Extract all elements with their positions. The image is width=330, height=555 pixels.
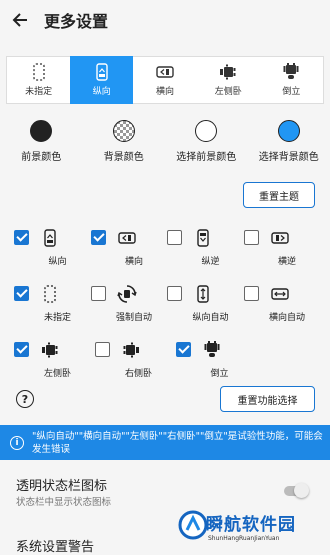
reset-function-button[interactable]: 重置功能选择 (220, 386, 315, 412)
phone-portrait-icon (96, 63, 108, 81)
orientation-tab-label: 未指定 (25, 84, 52, 97)
phone-dashed-icon (44, 285, 56, 303)
option-label: 左侧卧 (12, 366, 93, 379)
option-label: 倒立 (174, 366, 255, 379)
checkbox[interactable] (167, 230, 182, 245)
color-label: 选择背景颜色 (259, 148, 319, 163)
orientation-segmented-control: 未指定 纵向 横向 左侧卧 倒立 (6, 56, 324, 104)
watermark-logo-icon (178, 510, 208, 540)
option-upside-down[interactable]: 倒立 (174, 338, 255, 380)
option-reverse-portrait[interactable]: 纵逆 (165, 226, 242, 268)
color-selector-row: 前景颜色 背景颜色 选择前景颜色 选择背景颜色 (0, 120, 330, 163)
watermark: 瞬航软件园 ShunHangRuanJianYuan (178, 508, 328, 548)
option-label: 横向自动 (242, 310, 323, 323)
orientation-tab-label: 左侧卧 (215, 84, 242, 97)
option-row: 未指定 强制自动 纵向自动 横向自动 (12, 282, 318, 324)
rotate-arrows-icon (117, 284, 137, 304)
portrait-auto-icon (197, 285, 209, 303)
checkbox[interactable] (14, 230, 29, 245)
orientation-tab-label: 纵向 (93, 84, 111, 97)
color-label: 选择前景颜色 (176, 148, 236, 163)
option-row: 左侧卧 右侧卧 倒立 (12, 338, 318, 380)
checkbox[interactable] (95, 342, 110, 357)
checkbox[interactable] (91, 230, 106, 245)
option-label: 纵向 (12, 254, 93, 267)
option-reverse-landscape[interactable]: 横逆 (242, 226, 319, 268)
color-swatch (113, 120, 135, 142)
option-force-auto[interactable]: 强制自动 (89, 282, 166, 324)
option-label: 纵向自动 (165, 310, 246, 323)
checkbox[interactable] (167, 286, 182, 301)
orientation-tab-portrait[interactable]: 纵向 (70, 56, 133, 104)
option-label: 横向 (89, 254, 170, 267)
color-swatch (30, 120, 52, 142)
option-label: 右侧卧 (93, 366, 174, 379)
option-label: 强制自动 (89, 310, 170, 323)
option-row: 纵向 横向 纵逆 横逆 (12, 226, 318, 268)
robot-left-icon (219, 64, 237, 80)
checkbox[interactable] (14, 286, 29, 301)
arrow-left-icon (11, 11, 29, 29)
landscape-auto-icon (271, 288, 289, 300)
checkbox[interactable] (244, 286, 259, 301)
option-unspecified[interactable]: 未指定 (12, 282, 89, 324)
background-color-picker[interactable]: 背景颜色 (83, 120, 166, 163)
watermark-text: 瞬航软件园 (206, 510, 296, 535)
app-bar: 更多设置 (0, 0, 330, 40)
color-swatch (195, 120, 217, 142)
phone-reverse-portrait-icon (197, 229, 209, 247)
status-bar-setting-title: 透明状态栏图标 (16, 475, 107, 494)
checkbox[interactable] (91, 286, 106, 301)
system-warning-title[interactable]: 系统设置警告 (16, 536, 94, 555)
option-portrait-auto[interactable]: 纵向自动 (165, 282, 242, 324)
option-portrait[interactable]: 纵向 (12, 226, 89, 268)
orientation-tab-landscape[interactable]: 横向 (133, 57, 196, 103)
robot-upside-icon (204, 341, 220, 359)
orientation-tab-label: 倒立 (282, 84, 300, 97)
color-label: 背景颜色 (104, 148, 144, 163)
phone-dashed-icon (33, 63, 45, 81)
watermark-subtext: ShunHangRuanJianYuan (208, 535, 279, 542)
option-landscape[interactable]: 横向 (89, 226, 166, 268)
option-landscape-auto[interactable]: 横向自动 (242, 282, 319, 324)
robot-upside-icon (283, 63, 299, 81)
option-label: 未指定 (12, 310, 93, 323)
color-swatch (278, 120, 300, 142)
phone-portrait-icon (44, 229, 56, 247)
checkbox[interactable] (14, 342, 29, 357)
reset-theme-button[interactable]: 重置主题 (243, 182, 315, 208)
option-label: 横逆 (242, 254, 323, 267)
orientation-tab-left-lying[interactable]: 左侧卧 (197, 57, 260, 103)
option-left-lying[interactable]: 左侧卧 (12, 338, 93, 380)
option-label: 纵逆 (165, 254, 246, 267)
help-icon[interactable]: ? (16, 390, 34, 408)
robot-right-icon (122, 342, 140, 358)
banner-text: "纵向自动""横向自动""左侧卧""右侧卧""倒立"是试验性功能，可能会发生错误 (32, 430, 330, 456)
checkbox[interactable] (176, 342, 191, 357)
info-banner: i "纵向自动""横向自动""左侧卧""右侧卧""倒立"是试验性功能，可能会发生… (0, 425, 330, 460)
phone-reverse-landscape-icon (271, 232, 289, 244)
checkbox[interactable] (244, 230, 259, 245)
orientation-tab-label: 横向 (156, 84, 174, 97)
selected-background-color-picker[interactable]: 选择背景颜色 (248, 120, 330, 163)
selected-foreground-color-picker[interactable]: 选择前景颜色 (165, 120, 248, 163)
option-right-lying[interactable]: 右侧卧 (93, 338, 174, 380)
back-button[interactable] (0, 0, 40, 40)
robot-left-icon (41, 342, 59, 358)
orientation-tab-upside-down[interactable]: 倒立 (260, 57, 323, 103)
status-bar-setting-subtitle: 状态栏中显示状态图标 (16, 494, 111, 508)
phone-landscape-icon (156, 66, 174, 78)
info-icon: i (10, 436, 24, 450)
foreground-color-picker[interactable]: 前景颜色 (0, 120, 83, 163)
phone-landscape-icon (118, 232, 136, 244)
page-title: 更多设置 (44, 8, 108, 32)
color-label: 前景颜色 (21, 148, 61, 163)
orientation-tab-unspecified[interactable]: 未指定 (7, 57, 70, 103)
status-bar-toggle[interactable] (284, 486, 308, 496)
